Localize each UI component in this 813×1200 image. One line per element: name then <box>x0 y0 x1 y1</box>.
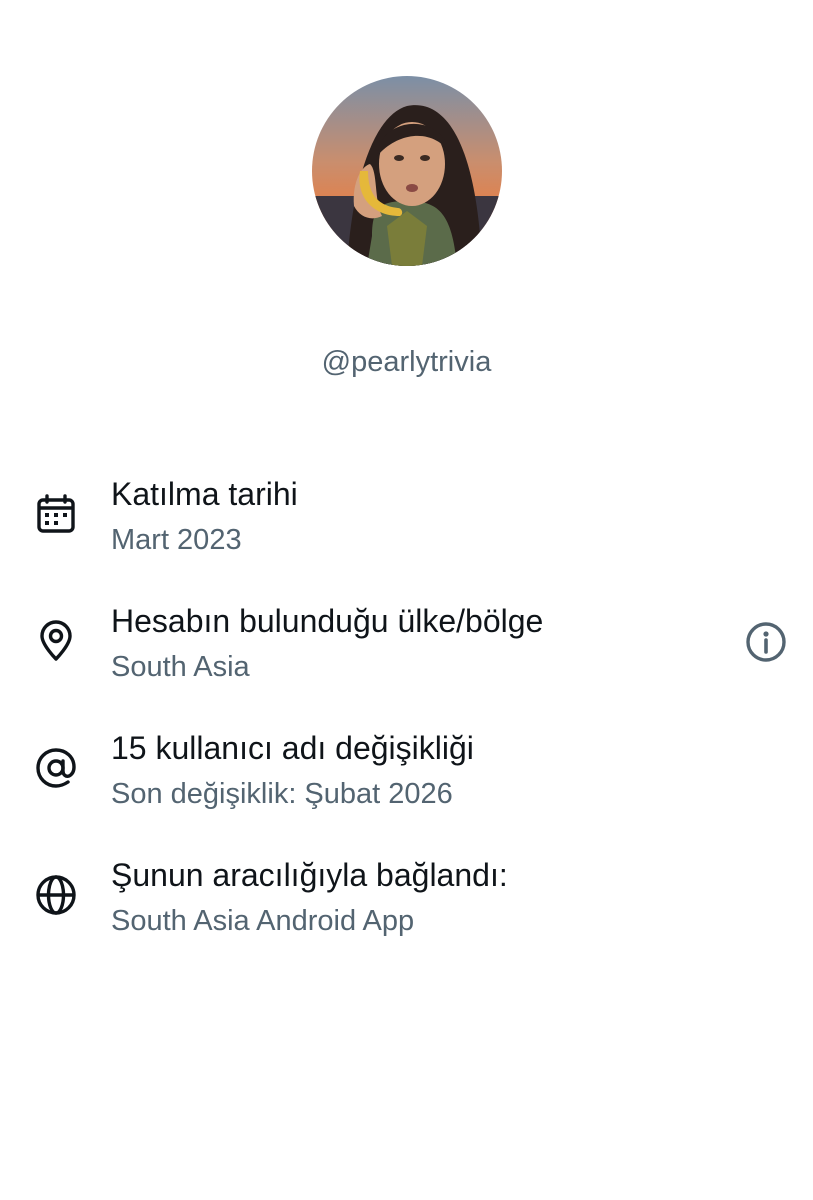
avatar-image <box>312 76 502 266</box>
username-changes-value: Son değişiklik: Şubat 2026 <box>111 778 453 810</box>
about-list: Katılma tarihi Mart 2023 Hesabın bulundu… <box>0 468 813 976</box>
username-changes-label: 15 kullanıcı adı değişikliği <box>111 730 474 766</box>
globe-icon <box>34 873 78 917</box>
connected-via-row: Şunun aracılığıyla bağlandı: South Asia … <box>0 849 813 976</box>
account-location-row: Hesabın bulunduğu ülke/bölge South Asia <box>0 595 813 722</box>
joined-date-row: Katılma tarihi Mart 2023 <box>0 468 813 595</box>
joined-date-value: Mart 2023 <box>111 524 242 556</box>
username-changes-row: 15 kullanıcı adı değişikliği Son değişik… <box>0 722 813 849</box>
connected-via-label: Şunun aracılığıyla bağlandı: <box>111 857 508 893</box>
profile-handle: @pearlytrivia <box>321 346 492 378</box>
connected-via-value: South Asia Android App <box>111 905 415 937</box>
location-pin-icon <box>34 619 78 663</box>
account-location-value: South Asia <box>111 651 250 683</box>
at-sign-icon <box>34 746 78 790</box>
calendar-icon <box>34 492 78 536</box>
info-icon[interactable] <box>744 620 788 664</box>
account-location-label: Hesabın bulunduğu ülke/bölge <box>111 603 544 639</box>
avatar[interactable] <box>312 76 502 266</box>
joined-date-label: Katılma tarihi <box>111 476 298 512</box>
